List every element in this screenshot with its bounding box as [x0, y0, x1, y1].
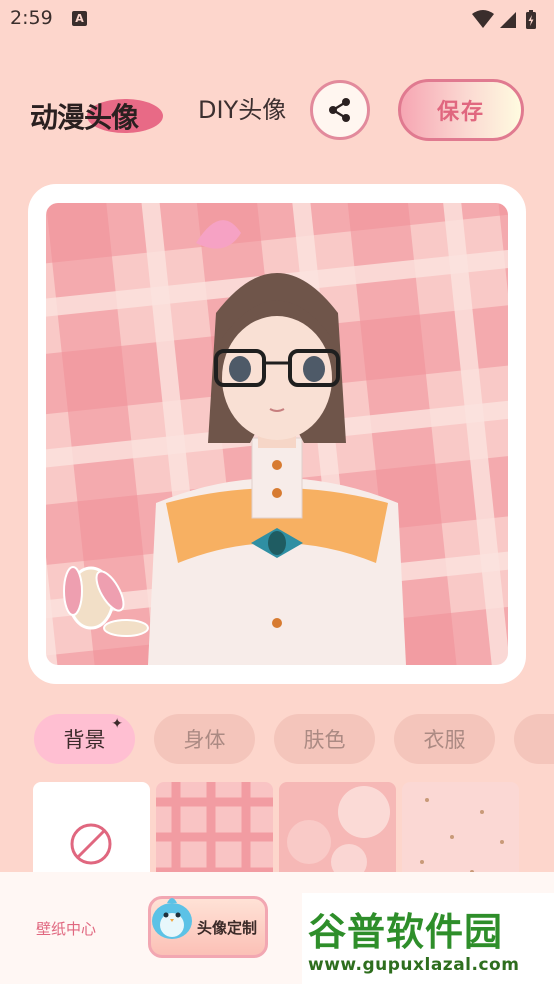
tab-body[interactable]: 身体: [154, 714, 255, 764]
avatar-preview: [46, 203, 508, 665]
tab-background[interactable]: 背景 ✦: [34, 714, 135, 764]
header: 动漫头像 DIY头像 保存: [0, 76, 554, 146]
nav-avatar-custom[interactable]: 头像定制: [148, 896, 268, 958]
status-time: 2:59: [10, 7, 53, 29]
bird-mascot-icon: [152, 898, 192, 939]
status-bar: 2:59 A: [0, 0, 554, 38]
watermark-main: 谷普软件园: [308, 910, 504, 954]
background-option-floral[interactable]: [279, 782, 396, 882]
tab-label: 背景: [63, 728, 106, 752]
nav-wallpaper-center[interactable]: 壁纸中心: [36, 918, 96, 939]
notification-icon: A: [72, 11, 87, 26]
app-logo: 动漫头像: [30, 86, 175, 136]
wifi-icon: [472, 10, 494, 28]
watermark: 谷普软件园 www.gupuxlazal.com: [302, 893, 554, 984]
app-logo-text: 动漫头像: [30, 101, 139, 134]
nav-avatar-label: 头像定制: [197, 919, 258, 937]
tab-label: 肤色: [303, 728, 346, 752]
tab-skin-color[interactable]: 肤色: [274, 714, 375, 764]
background-option-none[interactable]: [33, 782, 150, 882]
tab-label: 衣服: [423, 728, 466, 752]
tab-more[interactable]: [514, 714, 554, 764]
status-icons: [470, 9, 540, 35]
background-options: [33, 782, 554, 882]
none-icon: [70, 823, 112, 865]
watermark-url: www.gupuxlazal.com: [308, 955, 520, 975]
background-option-plaid[interactable]: [156, 782, 273, 882]
page-title: DIY头像: [198, 96, 287, 124]
category-tabs: 背景 ✦ 身体 肤色 衣服: [34, 714, 554, 764]
tab-clothes[interactable]: 衣服: [394, 714, 495, 764]
background-option-hearts[interactable]: [402, 782, 519, 882]
share-button[interactable]: [310, 80, 370, 140]
tab-label: 身体: [183, 728, 226, 752]
save-button[interactable]: 保存: [398, 79, 524, 141]
sparkle-icon: ✦: [111, 716, 123, 732]
avatar-preview-card: [28, 184, 526, 684]
share-icon: [329, 98, 350, 122]
battery-icon: [526, 10, 536, 29]
signal-icon: [500, 12, 516, 28]
